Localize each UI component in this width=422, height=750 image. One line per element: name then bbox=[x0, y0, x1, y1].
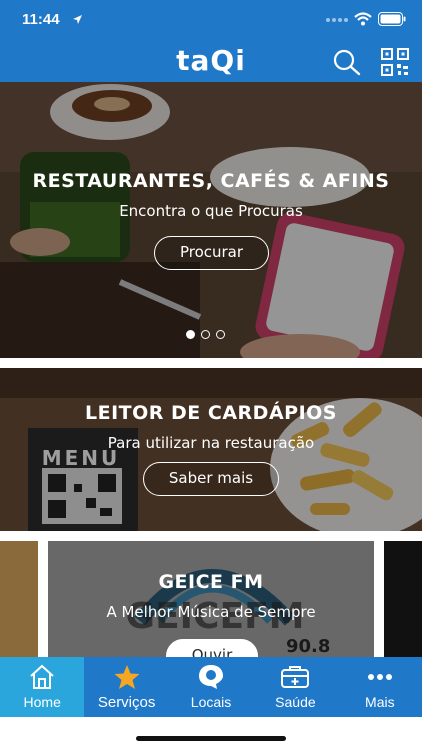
carousel-dot-2[interactable] bbox=[201, 330, 210, 339]
medical-kit-icon bbox=[281, 666, 310, 688]
search-places-button[interactable]: Procurar bbox=[154, 236, 269, 270]
carousel-dot-3[interactable] bbox=[216, 330, 225, 339]
tab-home-label: Home bbox=[23, 694, 61, 710]
home-icon bbox=[30, 664, 54, 689]
tab-health[interactable]: Saúde bbox=[253, 657, 337, 717]
more-icon bbox=[367, 674, 392, 680]
battery-icon bbox=[378, 12, 406, 26]
star-icon bbox=[114, 665, 140, 689]
menu-reader-banner[interactable]: MENU LEITOR DE CARDÁPIOS Para utilizar n… bbox=[0, 368, 422, 531]
tab-more-label: Mais bbox=[365, 694, 395, 710]
tab-health-label: Saúde bbox=[275, 694, 316, 710]
tab-more[interactable]: Mais bbox=[338, 657, 422, 717]
tab-places-label: Locais bbox=[190, 694, 232, 710]
location-icon bbox=[199, 665, 224, 689]
tab-services[interactable]: Serviços bbox=[84, 657, 168, 717]
location-arrow-icon bbox=[73, 15, 82, 24]
status-bar: 11:44 bbox=[0, 0, 422, 40]
tab-home[interactable]: Home bbox=[0, 657, 85, 717]
listen-button[interactable]: Ouvir bbox=[166, 639, 258, 657]
home-indicator[interactable] bbox=[136, 736, 286, 741]
carousel-dot-1[interactable] bbox=[186, 330, 195, 339]
qr-code-icon[interactable] bbox=[380, 48, 410, 76]
app-header: taQi bbox=[0, 40, 422, 82]
signal-icon bbox=[326, 18, 348, 22]
radio-banner-subtitle: A Melhor Música de Sempre bbox=[106, 603, 316, 621]
banner-title: RESTAURANTES, CAFÉS & AFINS bbox=[32, 170, 390, 192]
radio-banner-title: GEICE FM bbox=[158, 571, 264, 593]
wifi-icon bbox=[354, 12, 372, 26]
learn-more-button[interactable]: Saber mais bbox=[143, 462, 279, 496]
radio-banner[interactable]: GEICEFM 90.8 GEICE FM A Melhor Música de… bbox=[0, 541, 422, 657]
banner-overlay bbox=[0, 82, 422, 358]
carousel-pagination[interactable] bbox=[186, 330, 225, 339]
menu-banner-title: LEITOR DE CARDÁPIOS bbox=[85, 402, 337, 424]
search-icon[interactable] bbox=[332, 48, 362, 76]
banner-subtitle: Encontra o que Procuras bbox=[119, 202, 303, 220]
tab-services-label: Serviços bbox=[97, 694, 156, 711]
status-time: 11:44 bbox=[22, 11, 60, 28]
menu-banner-subtitle: Para utilizar na restauração bbox=[107, 434, 315, 452]
status-indicators bbox=[326, 12, 406, 26]
restaurants-banner[interactable]: RESTAURANTES, CAFÉS & AFINS Encontra o q… bbox=[0, 82, 422, 358]
tab-places[interactable]: Locais bbox=[169, 657, 253, 717]
radio-frequency: 90.8 bbox=[286, 636, 331, 657]
bottom-tab-bar: Home Serviços Locais Saúde Mais bbox=[0, 657, 422, 717]
